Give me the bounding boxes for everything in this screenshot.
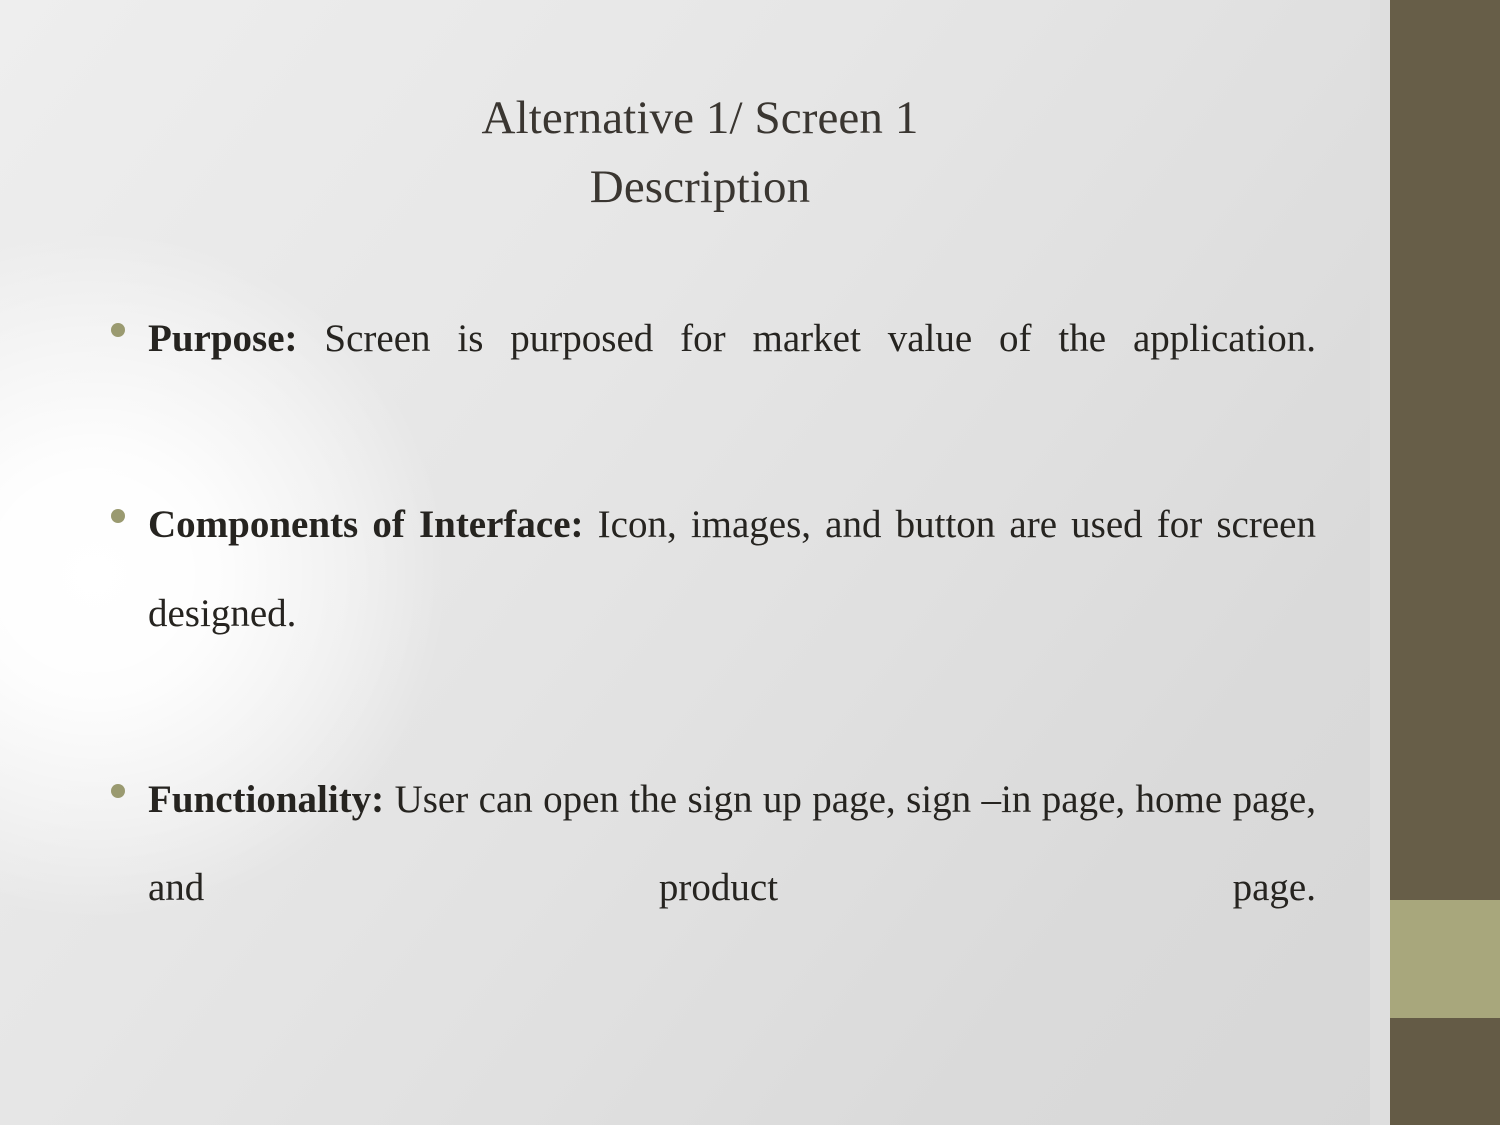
sidebar-accent-bar-bottom [1390, 1018, 1500, 1125]
bullet-dot-icon [111, 783, 125, 798]
bullet-paragraph: Functionality: User can open the sign up… [148, 756, 1316, 1023]
list-item: Components of Interface: Icon, images, a… [104, 481, 1316, 748]
presentation-slide: Alternative 1/ Screen 1 Description Purp… [0, 0, 1500, 1125]
slide-title-line-2: Description [589, 161, 811, 214]
bullet-lead-label: Purpose: [148, 317, 298, 360]
bullet-dot-icon [111, 323, 125, 337]
sidebar-accent-bar-khaki [1390, 900, 1500, 1018]
bullet-lead-label: Components of Interface: [148, 502, 584, 546]
list-item: Functionality: User can open the sign up… [104, 756, 1316, 1023]
slide-title: Alternative 1/ Screen 1 Description [120, 84, 1280, 222]
slide-gutter-strip [1370, 0, 1390, 1125]
bullet-paragraph: Purpose: Screen is purposed for market v… [148, 295, 1316, 473]
bullet-dot-icon [111, 508, 125, 523]
bullet-lead-label: Functionality: [148, 777, 385, 821]
slide-title-line-1: Alternative 1/ Screen 1 [481, 92, 919, 144]
sidebar-accent-bar-top [1390, 0, 1500, 900]
list-item: Purpose: Screen is purposed for market v… [104, 295, 1316, 473]
slide-body-bullet-list: Purpose: Screen is purposed for market v… [104, 295, 1316, 1030]
bullet-paragraph: Components of Interface: Icon, images, a… [148, 481, 1316, 748]
bullet-body-text: Screen is purposed for market value of t… [297, 317, 1316, 360]
